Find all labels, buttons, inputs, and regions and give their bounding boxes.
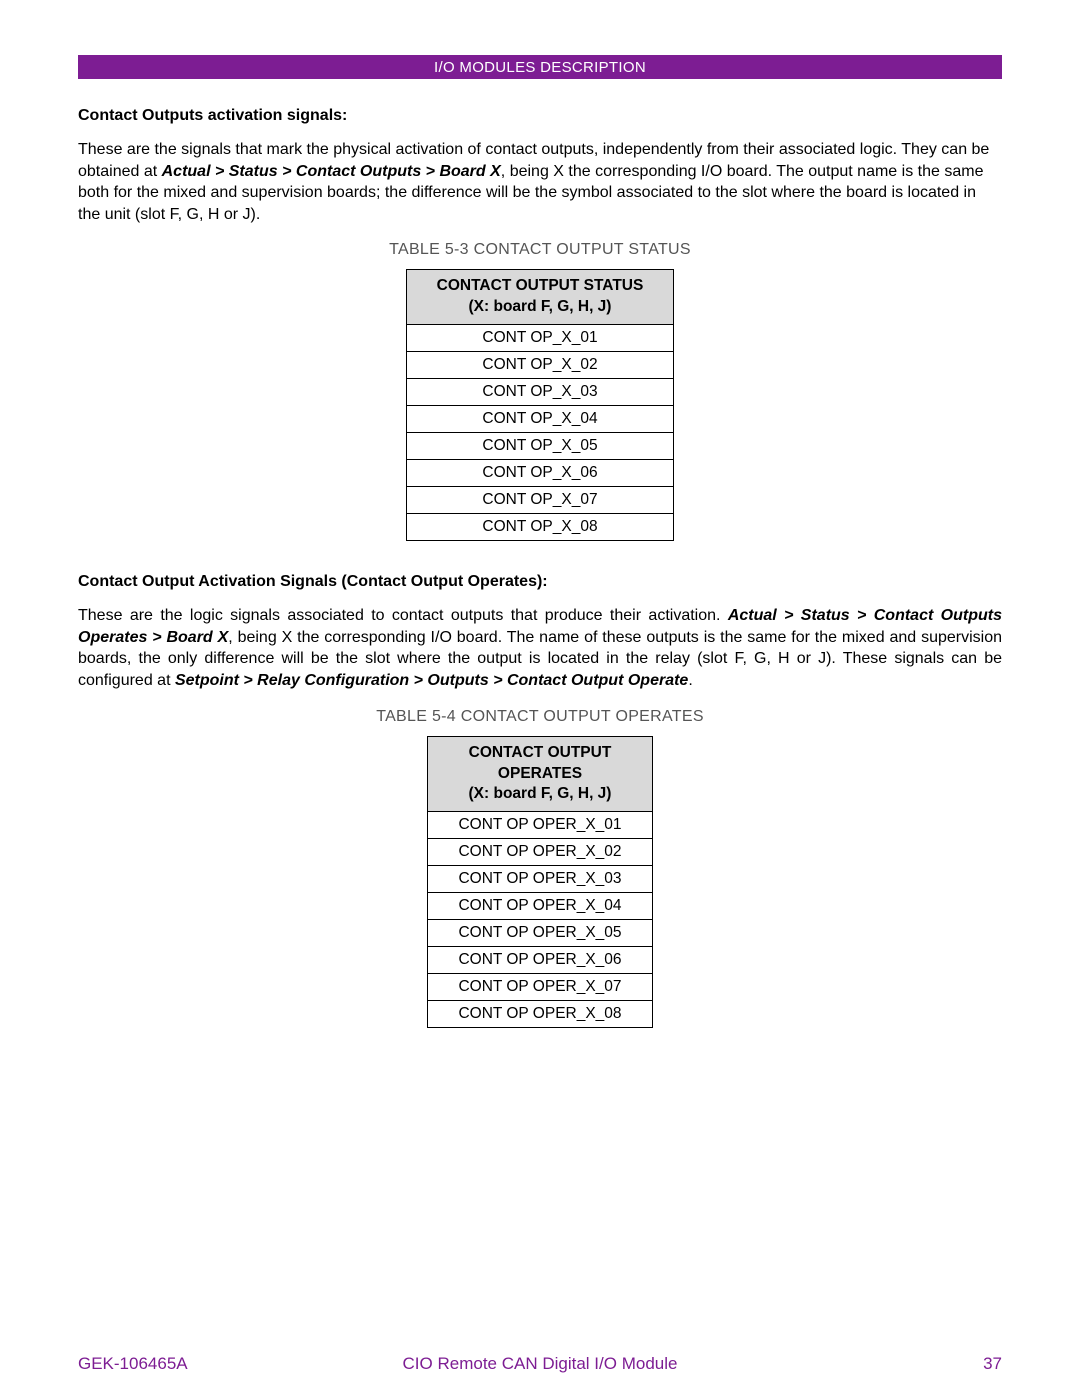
- table1-cell: CONT OP_X_05: [406, 433, 674, 460]
- table2-cell: CONT OP OPER_X_08: [428, 1001, 652, 1028]
- table1-cell: CONT OP_X_06: [406, 460, 674, 487]
- table1-cell: CONT OP_X_02: [406, 352, 674, 379]
- table2-header: CONTACT OUTPUT OPERATES (X: board F, G, …: [428, 736, 652, 812]
- table-row: CONT OP_X_01: [406, 325, 674, 352]
- page-header-bar: I/O MODULES DESCRIPTION: [78, 55, 1002, 79]
- table1-caption: TABLE 5-3 CONTACT OUTPUT STATUS: [78, 241, 1002, 259]
- table-row: CONT OP_X_02: [406, 352, 674, 379]
- table2-cell: CONT OP OPER_X_03: [428, 866, 652, 893]
- table-row: CONT OP OPER_X_07: [428, 974, 652, 1001]
- table1-cell: CONT OP_X_07: [406, 487, 674, 514]
- table1-cell: CONT OP_X_08: [406, 514, 674, 541]
- section1-paragraph: These are the signals that mark the phys…: [78, 139, 1002, 225]
- table2-cell: CONT OP OPER_X_04: [428, 893, 652, 920]
- table2-cell: CONT OP OPER_X_01: [428, 812, 652, 839]
- table-row: CONT OP OPER_X_01: [428, 812, 652, 839]
- table1-header: CONTACT OUTPUT STATUS (X: board F, G, H,…: [406, 270, 674, 325]
- table2-header-line3: (X: board F, G, H, J): [469, 785, 612, 802]
- table-row: CONT OP OPER_X_02: [428, 839, 652, 866]
- table2-caption: TABLE 5-4 CONTACT OUTPUT OPERATES: [78, 708, 1002, 726]
- section1-heading: Contact Outputs activation signals:: [78, 107, 1002, 125]
- table-row: CONT OP_X_05: [406, 433, 674, 460]
- table-contact-output-status: CONTACT OUTPUT STATUS (X: board F, G, H,…: [406, 269, 675, 541]
- table-row: CONT OP_X_08: [406, 514, 674, 541]
- table-row: CONT OP_X_07: [406, 487, 674, 514]
- table1-cell: CONT OP_X_03: [406, 379, 674, 406]
- section2-text-e: .: [688, 672, 692, 689]
- table2-cell: CONT OP OPER_X_07: [428, 974, 652, 1001]
- table1-header-line1: CONTACT OUTPUT STATUS: [437, 277, 644, 294]
- section2-text-a: These are the logic signals associated t…: [78, 607, 728, 624]
- table-row: CONT OP OPER_X_04: [428, 893, 652, 920]
- page-footer: GEK-106465A CIO Remote CAN Digital I/O M…: [78, 1354, 1002, 1374]
- table-contact-output-operates: CONTACT OUTPUT OPERATES (X: board F, G, …: [427, 736, 652, 1029]
- section1-path-bold: Actual > Status > Contact Outputs > Boar…: [162, 163, 501, 180]
- footer-document-code: GEK-106465A: [78, 1354, 188, 1374]
- footer-document-title: CIO Remote CAN Digital I/O Module: [78, 1354, 1002, 1374]
- table-row: CONT OP_X_03: [406, 379, 674, 406]
- table1-header-line2: (X: board F, G, H, J): [469, 298, 612, 315]
- table-row: CONT OP OPER_X_03: [428, 866, 652, 893]
- section2-paragraph: These are the logic signals associated t…: [78, 605, 1002, 691]
- table-row: CONT OP_X_06: [406, 460, 674, 487]
- section2-path-bold-2: Setpoint > Relay Configuration > Outputs…: [175, 672, 688, 689]
- table1-cell: CONT OP_X_04: [406, 406, 674, 433]
- table2-cell: CONT OP OPER_X_02: [428, 839, 652, 866]
- table2-header-line1: CONTACT OUTPUT: [469, 744, 612, 761]
- page-header-title: I/O MODULES DESCRIPTION: [434, 59, 646, 76]
- table-row: CONT OP OPER_X_08: [428, 1001, 652, 1028]
- table-row: CONT OP_X_04: [406, 406, 674, 433]
- table2-cell: CONT OP OPER_X_05: [428, 920, 652, 947]
- footer-page-number: 37: [983, 1354, 1002, 1374]
- table2-header-line2: OPERATES: [498, 765, 582, 782]
- table-row: CONT OP OPER_X_05: [428, 920, 652, 947]
- table-row: CONT OP OPER_X_06: [428, 947, 652, 974]
- section2-heading: Contact Output Activation Signals (Conta…: [78, 573, 1002, 591]
- table1-cell: CONT OP_X_01: [406, 325, 674, 352]
- table2-cell: CONT OP OPER_X_06: [428, 947, 652, 974]
